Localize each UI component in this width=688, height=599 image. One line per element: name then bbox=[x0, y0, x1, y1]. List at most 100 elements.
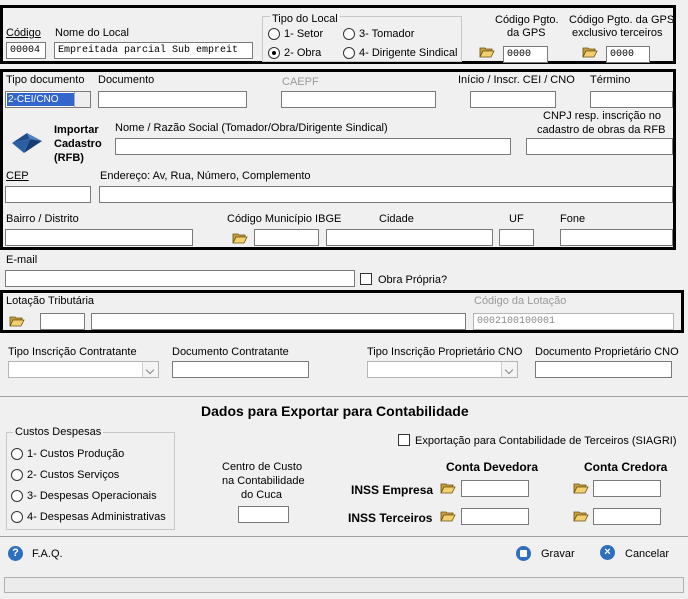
help-icon[interactable]: ? bbox=[8, 546, 23, 561]
fone-field[interactable] bbox=[560, 229, 673, 246]
close-icon[interactable]: × bbox=[600, 545, 615, 560]
uf-label: UF bbox=[509, 213, 524, 225]
centro-custo-label-3: do Cuca bbox=[241, 489, 282, 501]
codigo-label: Código bbox=[6, 27, 41, 39]
radio-custos-servicos-label: 2- Custos Serviços bbox=[27, 469, 120, 481]
radio-setor[interactable] bbox=[268, 28, 280, 40]
folder-open-icon[interactable] bbox=[232, 231, 248, 244]
radio-obra-label: 2- Obra bbox=[284, 47, 322, 59]
codigo-gps-terceiros-field[interactable]: 0000 bbox=[606, 46, 650, 63]
gravar-button[interactable]: Gravar bbox=[541, 548, 575, 560]
inicio-field[interactable] bbox=[470, 91, 556, 108]
fone-label: Fone bbox=[560, 213, 586, 225]
radio-dirigente-label: 4- Dirigente Sindical bbox=[359, 47, 458, 59]
codigo-gps-label-2: da GPS bbox=[507, 27, 546, 39]
endereco-field[interactable] bbox=[99, 186, 673, 203]
cnpj-resp-field[interactable] bbox=[526, 138, 673, 155]
divider bbox=[0, 536, 688, 537]
folder-open-icon[interactable] bbox=[440, 481, 456, 494]
save-icon[interactable] bbox=[516, 546, 531, 561]
documento-field[interactable] bbox=[98, 91, 247, 108]
codigo-gps-field[interactable]: 0000 bbox=[503, 46, 548, 63]
inss-terceiros-label: INSS Terceiros bbox=[348, 511, 433, 525]
folder-open-icon[interactable] bbox=[573, 481, 589, 494]
cep-field[interactable] bbox=[5, 186, 91, 203]
tipo-documento-select[interactable]: 2-CEI/CNO bbox=[5, 91, 91, 108]
lotacao-codigo-field[interactable] bbox=[40, 313, 85, 330]
centro-custo-field[interactable] bbox=[238, 506, 289, 523]
chevron-down-icon[interactable] bbox=[501, 362, 517, 377]
obra-propria-label: Obra Própria? bbox=[378, 274, 448, 286]
radio-despesas-operacionais[interactable] bbox=[11, 490, 23, 502]
tipo-inscricao-proprietario-select[interactable] bbox=[367, 361, 518, 378]
obra-propria-checkbox[interactable] bbox=[360, 273, 372, 285]
termino-field[interactable] bbox=[590, 91, 673, 108]
radio-custos-servicos[interactable] bbox=[11, 469, 23, 481]
email-field[interactable] bbox=[5, 270, 355, 287]
codigo-gps-terceiros-label-2: exclusivo terceiros bbox=[572, 27, 663, 39]
inss-empresa-credora-field[interactable] bbox=[593, 480, 661, 497]
documento-proprietario-field[interactable] bbox=[535, 361, 672, 378]
inss-terceiros-devedora-field[interactable] bbox=[461, 508, 529, 525]
radio-despesas-administrativas[interactable] bbox=[11, 511, 23, 523]
cidade-label: Cidade bbox=[379, 213, 414, 225]
documento-label: Documento bbox=[98, 74, 155, 86]
siagri-checkbox[interactable] bbox=[398, 434, 410, 446]
nome-razao-label: Nome / Razão Social (Tomador/Obra/Dirige… bbox=[115, 122, 388, 134]
caepf-label: CAEPF bbox=[282, 76, 319, 88]
documento-proprietario-label: Documento Proprietário CNO bbox=[535, 346, 679, 358]
tipo-inscricao-contratante-select[interactable] bbox=[8, 361, 159, 378]
divider bbox=[0, 396, 688, 397]
rfb-label[interactable]: (RFB) bbox=[54, 152, 84, 164]
nome-razao-field[interactable] bbox=[115, 138, 511, 155]
codigo-gps-terceiros-label: Código Pgto. da GPS bbox=[569, 14, 675, 26]
cancelar-button[interactable]: Cancelar bbox=[625, 548, 669, 560]
tipo-documento-label: Tipo documento bbox=[6, 74, 85, 86]
caepf-field[interactable] bbox=[281, 91, 436, 108]
radio-despesas-operacionais-label: 3- Despesas Operacionais bbox=[27, 490, 157, 502]
folder-open-icon[interactable] bbox=[9, 314, 25, 327]
centro-custo-label: Centro de Custo bbox=[222, 461, 303, 473]
cadastro-label[interactable]: Cadastro bbox=[54, 138, 102, 150]
radio-obra[interactable] bbox=[268, 47, 280, 59]
receita-federal-logo-icon[interactable] bbox=[10, 129, 44, 157]
folder-open-icon[interactable] bbox=[582, 45, 598, 58]
inicio-label: Início / Inscr. CEI / CNO bbox=[458, 74, 575, 86]
importar-label[interactable]: Importar bbox=[54, 124, 99, 136]
email-label: E-mail bbox=[6, 254, 38, 266]
cod-municipio-label: Código Município IBGE bbox=[227, 213, 342, 225]
codigo-lotacao-field: 0002100100001 bbox=[473, 313, 674, 330]
radio-tomador[interactable] bbox=[343, 28, 355, 40]
radio-dirigente-sindical[interactable] bbox=[343, 47, 355, 59]
cep-label: CEP bbox=[6, 170, 29, 182]
radio-custos-producao[interactable] bbox=[11, 448, 23, 460]
radio-tomador-label: 3- Tomador bbox=[359, 28, 415, 40]
endereco-label: Endereço: Av, Rua, Número, Complemento bbox=[100, 170, 311, 182]
folder-open-icon[interactable] bbox=[479, 45, 495, 58]
tipo-local-label: Tipo do Local bbox=[270, 13, 340, 25]
documento-contratante-field[interactable] bbox=[172, 361, 309, 378]
documento-contratante-label: Documento Contratante bbox=[172, 346, 289, 358]
lotacao-descricao-field[interactable] bbox=[91, 313, 466, 330]
inss-empresa-devedora-field[interactable] bbox=[461, 480, 529, 497]
codigo-field[interactable]: 00004 bbox=[6, 42, 46, 59]
cidade-field[interactable] bbox=[326, 229, 493, 246]
contabilidade-title: Dados para Exportar para Contabilidade bbox=[201, 403, 469, 419]
lotacao-label: Lotação Tributária bbox=[6, 295, 95, 307]
bairro-label: Bairro / Distrito bbox=[6, 213, 79, 225]
uf-field[interactable] bbox=[499, 229, 534, 246]
inss-terceiros-credora-field[interactable] bbox=[593, 508, 661, 525]
faq-button[interactable]: F.A.Q. bbox=[32, 548, 63, 560]
folder-open-icon[interactable] bbox=[440, 509, 456, 522]
chevron-down-icon[interactable] bbox=[142, 362, 158, 377]
codigo-lotacao-label: Código da Lotação bbox=[474, 295, 567, 307]
nome-local-label: Nome do Local bbox=[55, 27, 129, 39]
nome-local-field[interactable]: Empreitada parcial Sub empreit bbox=[54, 42, 253, 59]
folder-open-icon[interactable] bbox=[573, 509, 589, 522]
cod-municipio-field[interactable] bbox=[254, 229, 319, 246]
custos-despesas-label: Custos Despesas bbox=[13, 426, 104, 438]
chevron-down-icon[interactable] bbox=[74, 92, 90, 107]
bairro-field[interactable] bbox=[5, 229, 193, 246]
conta-devedora-label: Conta Devedora bbox=[446, 460, 539, 474]
cnpj-resp-label-2: cadastro de obras da RFB bbox=[537, 124, 666, 136]
